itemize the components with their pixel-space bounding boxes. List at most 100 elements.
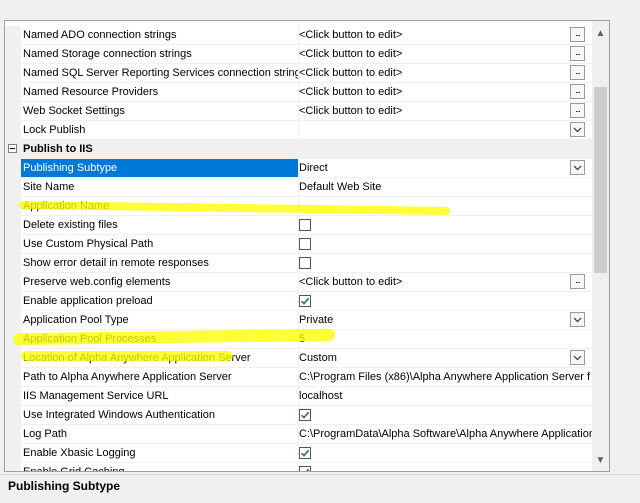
property-value[interactable]: <Click button to edit>: [297, 102, 593, 120]
property-value[interactable]: <Click button to edit>: [297, 26, 593, 44]
property-name[interactable]: Log Path: [21, 425, 299, 443]
checkmark-icon: [300, 411, 310, 419]
category-label: Publish to IIS: [21, 140, 583, 158]
dropdown-button[interactable]: [570, 160, 585, 175]
property-grid[interactable]: Named ADO connection strings <Click butto…: [4, 20, 610, 472]
property-checkbox[interactable]: [299, 238, 311, 250]
row-gutter: [5, 254, 21, 272]
property-name[interactable]: Enable Grid Caching: [21, 463, 299, 471]
property-row-publishing-subtype[interactable]: Publishing Subtype Direct: [5, 159, 592, 178]
property-value[interactable]: [297, 121, 593, 139]
row-gutter: [5, 178, 21, 196]
property-row-enable-application-preload[interactable]: Enable application preload: [5, 292, 592, 311]
row-gutter: [5, 45, 21, 63]
row-gutter: [5, 406, 21, 424]
chevron-down-icon: [573, 127, 582, 133]
row-gutter: [5, 235, 21, 253]
property-name[interactable]: Named Resource Providers: [21, 83, 299, 101]
property-name[interactable]: Web Socket Settings: [21, 102, 299, 120]
ellipsis-button[interactable]: ...: [570, 84, 585, 99]
property-row-enable-grid-caching[interactable]: Enable Grid Caching: [5, 463, 592, 471]
property-row-iis-management-service-url[interactable]: IIS Management Service URL localhost: [5, 387, 592, 406]
scroll-up-arrow-icon[interactable]: ▲: [592, 25, 609, 42]
property-row-named-resource-providers[interactable]: Named Resource Providers <Click button to…: [5, 83, 592, 102]
property-checkbox[interactable]: [299, 466, 311, 471]
row-gutter: [5, 311, 21, 329]
property-row-preserve-web-config-elements[interactable]: Preserve web.config elements <Click butto…: [5, 273, 592, 292]
property-name[interactable]: Delete existing files: [21, 216, 299, 234]
row-gutter: [5, 368, 21, 386]
property-value[interactable]: Direct: [297, 159, 593, 177]
property-name[interactable]: IIS Management Service URL: [21, 387, 299, 405]
top-band: [0, 0, 640, 18]
property-checkbox[interactable]: [299, 295, 311, 307]
property-row-application-pool-type[interactable]: Application Pool Type Private: [5, 311, 592, 330]
property-row-named-ado-connection-strings[interactable]: Named ADO connection strings <Click butto…: [5, 26, 592, 45]
vertical-scrollbar[interactable]: ▲ ▼: [592, 21, 609, 471]
property-row-site-name[interactable]: Site Name Default Web Site: [5, 178, 592, 197]
property-checkbox[interactable]: [299, 409, 311, 421]
property-name[interactable]: Enable Xbasic Logging: [21, 444, 299, 462]
row-gutter: [5, 83, 21, 101]
property-row-use-integrated-windows-authentication[interactable]: Use Integrated Windows Authentication: [5, 406, 592, 425]
checkmark-icon: [300, 297, 310, 305]
checkmark-icon: [300, 449, 310, 457]
property-row-path-to-alpha-anywhere-application-server[interactable]: Path to Alpha Anywhere Application Serve…: [5, 368, 592, 387]
property-row-named-storage-connection-strings[interactable]: Named Storage connection strings <Click b…: [5, 45, 592, 64]
property-checkbox[interactable]: [299, 447, 311, 459]
row-gutter: [5, 387, 21, 405]
property-name[interactable]: Use Custom Physical Path: [21, 235, 299, 253]
property-value[interactable]: C:\Program Files (x86)\Alpha Anywhere Ap…: [297, 368, 593, 386]
dropdown-button[interactable]: [570, 122, 585, 137]
property-row-enable-xbasic-logging[interactable]: Enable Xbasic Logging: [5, 444, 592, 463]
property-value[interactable]: C:\ProgramData\Alpha Software\Alpha Anyw…: [297, 425, 593, 443]
property-value[interactable]: Default Web Site: [297, 178, 593, 196]
row-gutter: [5, 425, 21, 443]
property-row-log-path[interactable]: Log Path C:\ProgramData\Alpha Software\Al…: [5, 425, 593, 444]
property-name[interactable]: Named Storage connection strings: [21, 45, 299, 63]
property-value[interactable]: 5: [297, 330, 593, 348]
property-name[interactable]: Publishing Subtype: [21, 159, 299, 177]
property-value[interactable]: Custom: [297, 349, 593, 367]
property-name[interactable]: Site Name: [21, 178, 299, 196]
property-value[interactable]: <Click button to edit>: [297, 64, 593, 82]
property-row-named-sql-server-reporting-services-connection-strings[interactable]: Named SQL Server Reporting Services conn…: [5, 64, 592, 83]
row-gutter: [5, 159, 21, 177]
property-name[interactable]: Lock Publish: [21, 121, 299, 139]
ellipsis-button[interactable]: ...: [570, 46, 585, 61]
property-row-delete-existing-files[interactable]: Delete existing files: [5, 216, 592, 235]
property-value[interactable]: <Click button to edit>: [297, 45, 593, 63]
property-value[interactable]: Private: [297, 311, 593, 329]
property-name[interactable]: Application Pool Type: [21, 311, 299, 329]
highlight-path-to-server: [21, 351, 233, 361]
property-checkbox[interactable]: [299, 219, 311, 231]
property-value[interactable]: <Click button to edit>: [297, 273, 593, 291]
property-name[interactable]: Named ADO connection strings: [21, 26, 299, 44]
collapse-toggle-icon[interactable]: [8, 144, 17, 153]
property-row-use-custom-physical-path[interactable]: Use Custom Physical Path: [5, 235, 592, 254]
dropdown-button[interactable]: [570, 312, 585, 327]
dropdown-button[interactable]: [570, 350, 585, 365]
property-name[interactable]: Path to Alpha Anywhere Application Serve…: [21, 368, 299, 386]
property-name[interactable]: Preserve web.config elements: [21, 273, 299, 291]
checkmark-icon: [306, 468, 310, 471]
ellipsis-button[interactable]: ...: [570, 103, 585, 118]
property-name[interactable]: Named SQL Server Reporting Services conn…: [21, 64, 299, 82]
description-panel: Publishing Subtype: [0, 474, 640, 503]
chevron-down-icon: [573, 317, 582, 323]
property-name[interactable]: Use Integrated Windows Authentication: [21, 406, 299, 424]
property-row-web-socket-settings[interactable]: Web Socket Settings <Click button to edit…: [5, 102, 592, 121]
property-checkbox[interactable]: [299, 257, 311, 269]
scrollbar-thumb[interactable]: [594, 87, 607, 273]
ellipsis-button[interactable]: ...: [570, 65, 585, 80]
scroll-down-arrow-icon[interactable]: ▼: [592, 452, 609, 469]
ellipsis-button[interactable]: ...: [570, 274, 585, 289]
property-row-lock-publish[interactable]: Lock Publish: [5, 121, 592, 140]
category-row-publish-to-iis[interactable]: Publish to IIS: [5, 140, 592, 159]
ellipsis-button[interactable]: ...: [570, 27, 585, 42]
property-row-show-error-detail-in-remote-responses[interactable]: Show error detail in remote responses: [5, 254, 592, 273]
property-name[interactable]: Enable application preload: [21, 292, 299, 310]
property-value[interactable]: <Click button to edit>: [297, 83, 593, 101]
property-value[interactable]: localhost: [297, 387, 593, 405]
property-name[interactable]: Show error detail in remote responses: [21, 254, 299, 272]
